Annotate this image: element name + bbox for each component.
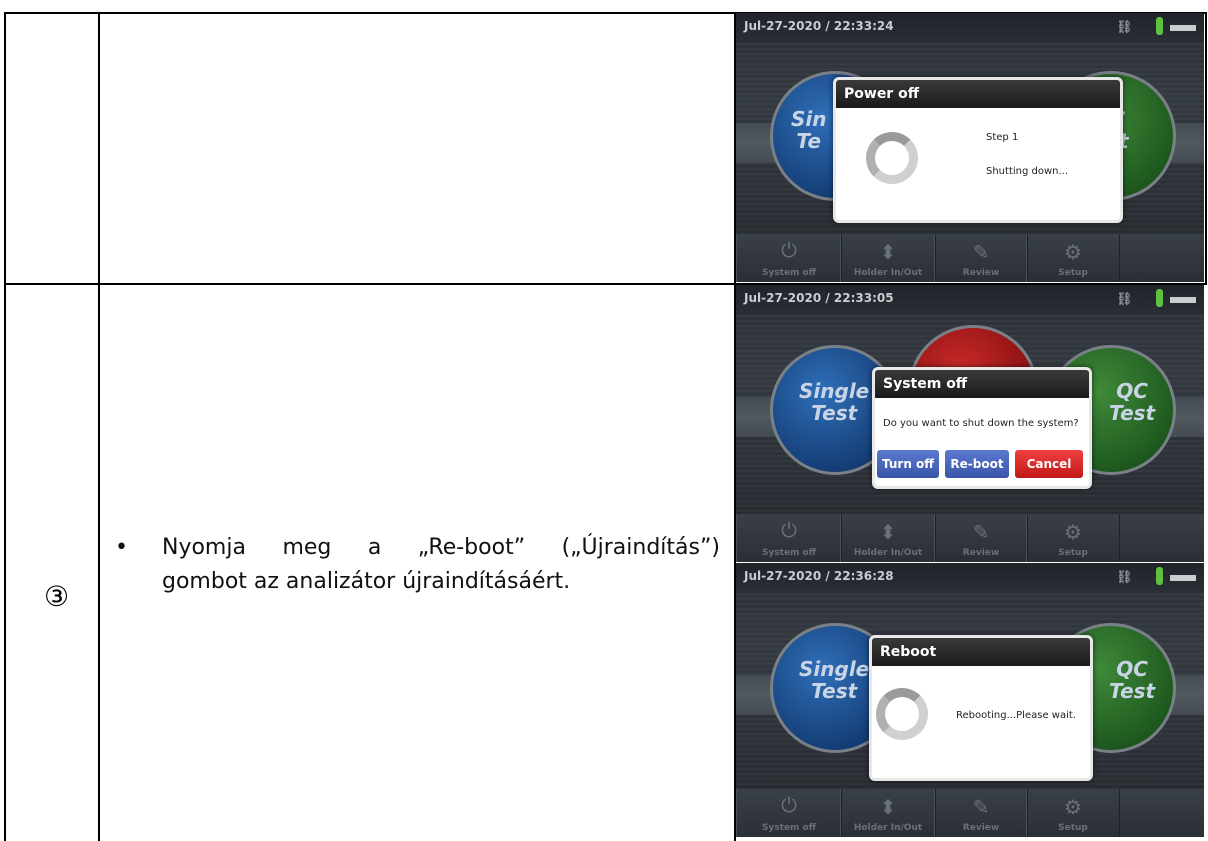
instruction-line-2: gombot az analizátor újraindításáért. <box>162 569 571 594</box>
up-down-arrows-icon: ⬍ <box>879 522 897 544</box>
holder-in-out-button[interactable]: ⬍ Holder In/Out <box>840 234 936 282</box>
system-off-button[interactable]: ⏻ System off <box>736 234 842 282</box>
dialog-message: Do you want to shut down the system? <box>883 418 1079 429</box>
screenshot-power-off: Jul-27-2020 / 22:33:24 ⛓ SinTe Cst Power… <box>736 13 1204 282</box>
edit-icon: ✎ <box>972 797 990 819</box>
instruction-text: Nyomja meg a „Re-boot” („Újraindítás”) g… <box>162 531 720 599</box>
review-button[interactable]: ✎ Review <box>934 514 1028 562</box>
network-icon: ⛓ <box>1116 291 1133 306</box>
gear-icon: ⚙ <box>1064 522 1082 544</box>
power-off-dialog: Power off Step 1 Shutting down... <box>833 77 1123 223</box>
setup-button[interactable]: ⚙ Setup <box>1026 789 1120 837</box>
gear-icon: ⚙ <box>1064 797 1082 819</box>
reboot-dialog: Reboot Rebooting...Please wait. <box>869 635 1093 781</box>
bullet: • <box>115 535 128 560</box>
table-divider-col1 <box>98 12 100 841</box>
plug-icon <box>1170 297 1196 303</box>
holder-in-out-button[interactable]: ⬍ Holder In/Out <box>840 789 936 837</box>
holder-in-out-button[interactable]: ⬍ Holder In/Out <box>840 514 936 562</box>
table-border-left <box>4 12 6 841</box>
system-off-button[interactable]: ⏻ System off <box>736 514 842 562</box>
instruction-line-1: Nyomja meg a „Re-boot” („Újraindítás”) <box>162 535 720 560</box>
power-icon: ⏻ <box>781 240 797 262</box>
review-button[interactable]: ✎ Review <box>934 234 1028 282</box>
step-number: ③ <box>44 580 70 613</box>
toolbar: ⏻ System off ⬍ Holder In/Out ✎ Review ⚙ Setu… <box>736 514 1204 562</box>
cancel-button[interactable]: Cancel <box>1015 450 1083 478</box>
dialog-title: Power off <box>836 80 1120 108</box>
setup-button[interactable]: ⚙ Setup <box>1026 234 1120 282</box>
dialog-title: Reboot <box>872 638 1090 666</box>
datetime: Jul-27-2020 / 22:33:05 <box>744 291 894 305</box>
status-bar: Jul-27-2020 / 22:36:28 ⛓ <box>736 563 1204 593</box>
edit-icon: ✎ <box>972 242 990 264</box>
setup-button[interactable]: ⚙ Setup <box>1026 514 1120 562</box>
toolbar: ⏻ System off ⬍ Holder In/Out ✎ Review ⚙ Setu… <box>736 234 1204 282</box>
re-boot-button[interactable]: Re-boot <box>945 450 1009 478</box>
dialog-title: System off <box>875 370 1089 398</box>
screenshot-reboot: Jul-27-2020 / 22:36:28 ⛓ Single Test QC Te… <box>736 563 1204 837</box>
thermometer-icon <box>1156 17 1163 35</box>
up-down-arrows-icon: ⬍ <box>879 242 897 264</box>
plug-icon <box>1170 575 1196 581</box>
system-off-dialog: System off Do you want to shut down the … <box>872 367 1092 489</box>
review-button[interactable]: ✎ Review <box>934 789 1028 837</box>
up-down-arrows-icon: ⬍ <box>879 797 897 819</box>
network-icon: ⛓ <box>1116 569 1133 584</box>
screenshot-system-off: Jul-27-2020 / 22:33:05 ⛓ Single Test QC Te… <box>736 285 1204 562</box>
network-icon: ⛓ <box>1116 19 1133 34</box>
plug-icon <box>1170 25 1196 31</box>
dialog-message: Rebooting...Please wait. <box>956 710 1076 721</box>
spinner-icon <box>876 688 928 740</box>
toolbar: ⏻ System off ⬍ Holder In/Out ✎ Review ⚙ Setu… <box>736 789 1204 837</box>
status-bar: Jul-27-2020 / 22:33:24 ⛓ <box>736 13 1204 43</box>
datetime: Jul-27-2020 / 22:36:28 <box>744 569 894 583</box>
power-icon: ⏻ <box>781 520 797 542</box>
thermometer-icon <box>1156 567 1163 585</box>
datetime: Jul-27-2020 / 22:33:24 <box>744 19 894 33</box>
table-border-right <box>1205 12 1207 283</box>
gear-icon: ⚙ <box>1064 242 1082 264</box>
spinner-icon <box>866 132 918 184</box>
system-off-button[interactable]: ⏻ System off <box>736 789 842 837</box>
turn-off-button[interactable]: Turn off <box>877 450 939 478</box>
instruction-item: • Nyomja meg a „Re-boot” („Újraindítás”)… <box>115 531 720 599</box>
status-bar: Jul-27-2020 / 22:33:05 ⛓ <box>736 285 1204 315</box>
power-icon: ⏻ <box>781 795 797 817</box>
edit-icon: ✎ <box>972 522 990 544</box>
thermometer-icon <box>1156 289 1163 307</box>
